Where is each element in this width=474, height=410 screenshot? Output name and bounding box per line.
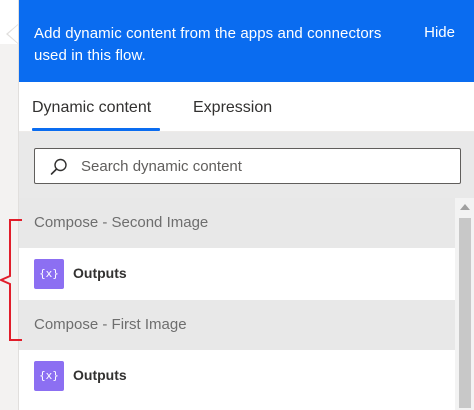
search-area [19,132,474,198]
scroll-up-arrow-icon[interactable] [460,204,470,210]
list-item-outputs-second-image[interactable]: {x} Outputs [19,248,455,300]
tab-bar: Dynamic content Expression [19,82,474,132]
search-icon [50,158,67,175]
search-box[interactable] [34,148,461,184]
compose-icon: {x} [34,259,64,289]
list-item-label: Outputs [73,367,127,383]
list-item-outputs-first-image[interactable]: {x} Outputs [19,350,455,402]
info-banner: Add dynamic content from the apps and co… [19,0,474,82]
banner-message: Add dynamic content from the apps and co… [34,25,382,64]
tab-expression[interactable]: Expression [193,99,272,117]
tab-dynamic-content[interactable]: Dynamic content [32,99,151,117]
scroll-thumb[interactable] [459,218,471,408]
background-strip [0,0,18,410]
list-item-label: Outputs [73,265,127,281]
list-scrollbar[interactable] [455,198,474,410]
dynamic-content-panel: Add dynamic content from the apps and co… [18,0,474,410]
group-header-compose-first-image: Compose - First Image [19,300,455,350]
active-tab-indicator [32,128,160,131]
callout-pointer-inner [8,25,18,43]
compose-icon: {x} [34,361,64,391]
group-header-compose-second-image: Compose - Second Image [19,198,455,248]
hide-button[interactable]: Hide [424,24,455,41]
dynamic-content-list: Compose - Second Image {x} Outputs Compo… [19,198,455,410]
search-input[interactable] [81,149,451,183]
